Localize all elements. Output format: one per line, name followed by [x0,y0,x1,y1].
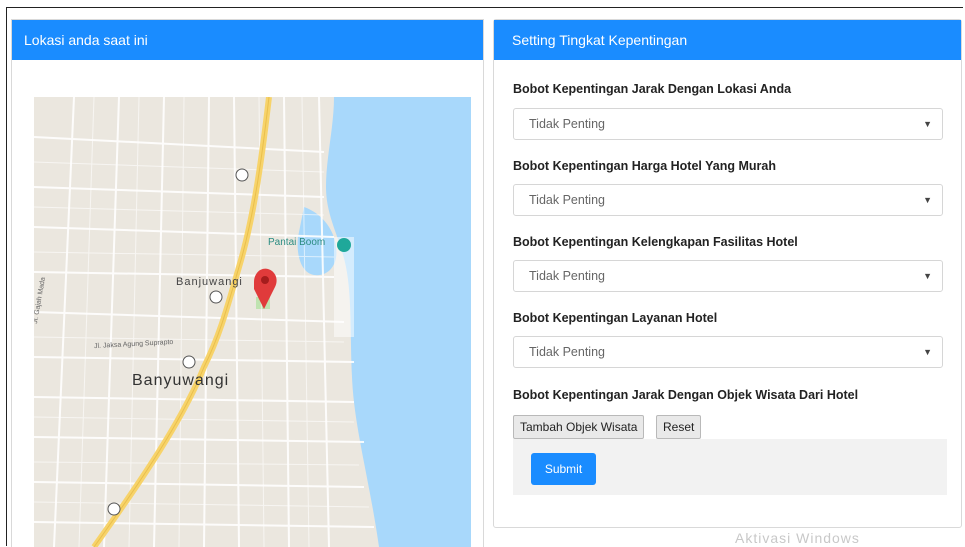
chevron-down-icon: ▼ [923,195,932,205]
field-label-jarak: Bobot Kepentingan Jarak Dengan Lokasi An… [513,82,792,96]
city-label-large: Banyuwangi [132,372,230,389]
select-jarak[interactable]: Tidak Penting ▼ [513,108,943,140]
field-label-fasilitas: Bobot Kepentingan Kelengkapan Fasilitas … [513,235,798,249]
select-layanan-value: Tidak Penting [529,345,605,359]
settings-card-header: Setting Tingkat Kepentingan [494,20,961,60]
field-label-objek-wisata: Bobot Kepentingan Jarak Dengan Objek Wis… [513,388,859,402]
add-objek-wisata-button[interactable]: Tambah Objek Wisata [513,415,645,439]
select-harga[interactable]: Tidak Penting ▼ [513,184,943,216]
windows-activation-watermark: Aktivasi Windows [735,530,860,546]
chevron-down-icon: ▼ [923,119,932,129]
select-fasilitas[interactable]: Tidak Penting ▼ [513,260,943,292]
city-label-small: Banjuwangi [176,276,243,288]
chevron-down-icon: ▼ [923,271,932,281]
map-view[interactable]: Pantai Boom Banjuwangi Jl. Jaksa Agung S… [34,97,471,547]
select-fasilitas-value: Tidak Penting [529,269,605,283]
location-card-header: Lokasi anda saat ini [12,20,483,60]
submit-area: Submit [513,439,947,495]
reset-button[interactable]: Reset [656,415,702,439]
select-harga-value: Tidak Penting [529,193,605,207]
field-label-harga: Bobot Kepentingan Harga Hotel Yang Murah [513,159,776,173]
location-card: Lokasi anda saat ini Pantai Boom Banjuwa… [11,19,484,547]
field-label-layanan: Bobot Kepentingan Layanan Hotel [513,311,718,325]
select-layanan[interactable]: Tidak Penting ▼ [513,336,943,368]
chevron-down-icon: ▼ [923,347,932,357]
settings-card: Setting Tingkat Kepentingan Bobot Kepent… [493,19,962,528]
select-jarak-value: Tidak Penting [529,117,605,131]
poi-label: Pantai Boom [268,237,326,248]
map-canvas [34,97,471,547]
beach-poi-icon[interactable] [337,238,351,252]
submit-button[interactable]: Submit [531,453,596,485]
